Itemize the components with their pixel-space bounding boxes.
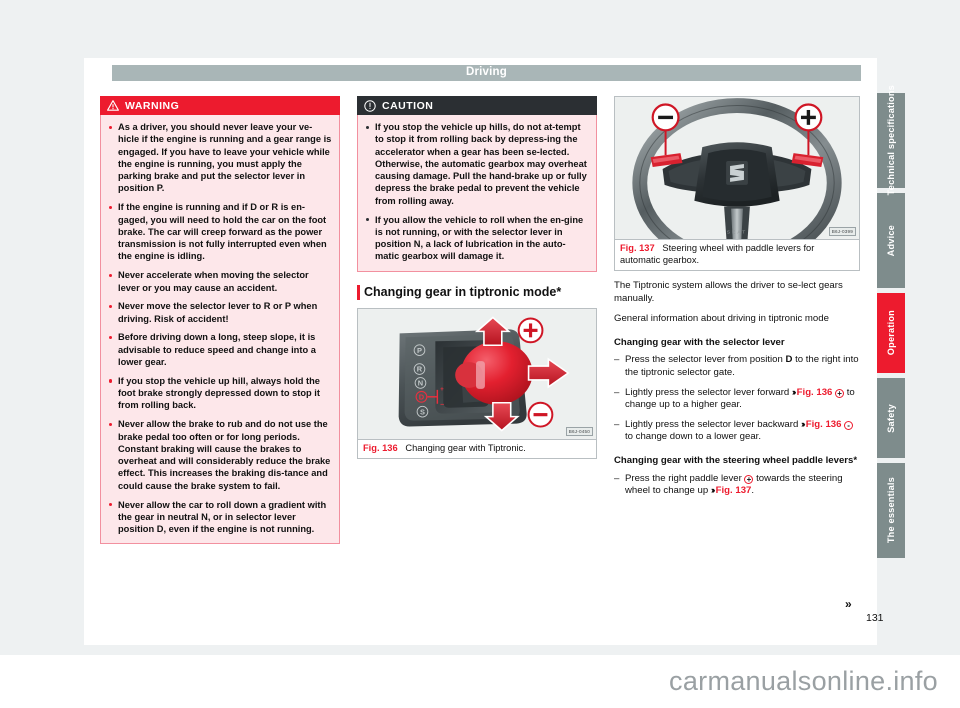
dash-marker: – [614, 354, 620, 366]
chevron-icon: ››› [791, 386, 797, 398]
figure-136: P R N D S + – B6J-0450 Fig. 136 Changing… [357, 307, 597, 460]
figure-reference: Fig. 136 [796, 386, 833, 398]
figure-137: SEAT B6J-0399 Fig. 137 Steering wheel wi… [614, 96, 860, 271]
tab-the-essentials[interactable]: The essentials [877, 463, 905, 558]
minus-icon: - [844, 420, 854, 430]
figure-137-code: B6J-0399 [828, 227, 856, 236]
warning-item: If the engine is running and if D or R i… [108, 201, 332, 262]
column-left: WARNING As a driver, you should never le… [100, 96, 340, 553]
page-number: 131 [866, 612, 884, 624]
warning-item: Before driving down a long, steep slope,… [108, 331, 332, 368]
step-4-text-a: Press the right paddle lever [625, 472, 745, 484]
caution-item: If you allow the vehicle to roll when th… [365, 214, 589, 263]
caution-circle-icon [363, 99, 376, 112]
figure-136-image: P R N D S + – B6J-0450 [358, 308, 596, 439]
step-1-text-a: Press the selector lever from position [625, 354, 786, 366]
figure-136-code: B6J-0450 [565, 426, 593, 436]
tab-label: Operation [886, 310, 896, 356]
svg-text:D: D [419, 392, 425, 401]
figure-137-number: Fig. 137 [620, 243, 655, 253]
warning-item: As a driver, you should never leave your… [108, 121, 332, 195]
tab-label: Advice [886, 224, 896, 257]
svg-text:S: S [420, 407, 425, 416]
caution-item: If you stop the vehicle up hills, do not… [365, 121, 589, 207]
page-title: Driving [465, 66, 507, 78]
figure-137-caption: Fig. 137 Steering wheel with paddle leve… [615, 239, 859, 270]
warning-item: Never accelerate when moving the selecto… [108, 269, 332, 294]
step-3-text-b: to change down to a lower gear. [625, 431, 762, 443]
warning-header: WARNING [100, 96, 340, 115]
warning-item: Never move the selector lever to R or P … [108, 300, 332, 325]
plus-symbol [517, 317, 544, 344]
manual-page: Driving WARNING As a driver, you should … [0, 0, 960, 708]
svg-text:N: N [418, 378, 423, 387]
column-right: SEAT B6J-0399 Fig. 137 Steering wheel wi… [614, 96, 860, 505]
step-item-1: – Press the selector lever from position… [614, 354, 860, 379]
subheading-selector-lever: Changing gear with the selector lever [614, 336, 785, 348]
figure-reference: Fig. 137 [715, 485, 752, 497]
tab-advice[interactable]: Advice [877, 193, 905, 288]
chevron-icon: ››› [800, 418, 806, 430]
warning-label: WARNING [125, 99, 180, 112]
svg-text:SEAT: SEAT [727, 229, 747, 235]
svg-text:R: R [417, 364, 423, 373]
subheading-paddle-levers: Changing gear with the steering wheel pa… [614, 454, 858, 466]
minus-symbol [651, 103, 680, 132]
figure-137-image: SEAT B6J-0399 [615, 97, 859, 239]
caution-body: If you stop the vehicle up hills, do not… [357, 115, 597, 272]
caution-box: CAUTION If you stop the vehicle up hills… [357, 96, 597, 272]
warning-item: Never allow the brake to rub and do not … [108, 418, 332, 492]
warning-triangle-icon [106, 99, 119, 112]
intro-paragraph: The Tiptronic system allows the driver t… [614, 280, 843, 304]
figure-reference: Fig. 136 [805, 418, 842, 430]
step-item-2: – Lightly press the selector lever forwa… [614, 387, 860, 412]
warning-body: As a driver, you should never leave your… [100, 115, 340, 545]
caution-label: CAUTION [382, 99, 434, 112]
warning-item: Never allow the car to roll down a gradi… [108, 499, 332, 536]
svg-text:P: P [417, 346, 422, 355]
figure-136-caption-text: Changing gear with Tiptronic. [405, 442, 526, 453]
tab-safety[interactable]: Safety [877, 378, 905, 458]
tab-label: Safety [886, 403, 896, 433]
dash-marker: – [614, 386, 620, 398]
svg-text:–: – [440, 401, 444, 408]
watermark: carmanualsonline.info [0, 655, 960, 708]
svg-text:+: + [440, 387, 444, 393]
step-4-text-c: . [751, 485, 755, 497]
step-3-text-a: Lightly press the selector lever backwar… [625, 418, 801, 430]
step-2-text-a: Lightly press the selector lever forward [625, 386, 792, 398]
caution-header: CAUTION [357, 96, 597, 115]
step-item-4: – Press the right paddle lever + towards… [614, 473, 860, 498]
figure-136-caption: Fig. 136 Changing gear with Tiptronic. [358, 438, 596, 459]
tab-technical-specifications[interactable]: Technical specifications [877, 85, 905, 196]
tab-label: The essentials [886, 477, 896, 544]
continuation-marker: » [845, 597, 851, 611]
minus-symbol [527, 401, 554, 428]
tab-label: Technical specifications [886, 85, 896, 196]
warning-box: WARNING As a driver, you should never le… [100, 96, 340, 545]
section-heading: Changing gear in tiptronic mode* [357, 284, 597, 300]
general-info-paragraph: General information about driving in tip… [614, 313, 829, 325]
dash-marker: – [614, 472, 620, 484]
watermark-text: carmanualsonline.info [669, 666, 938, 696]
column-middle: CAUTION If you stop the vehicle up hills… [357, 96, 597, 460]
figure-136-number: Fig. 136 [363, 442, 398, 453]
step-item-3: – Lightly press the selector lever backw… [614, 419, 860, 444]
dash-marker: – [614, 418, 620, 430]
section-tabs: Technical specifications Advice Operatio… [877, 85, 905, 563]
warning-item: If you stop the vehicle up hill, always … [108, 375, 332, 412]
tab-operation[interactable]: Operation [877, 293, 905, 373]
plus-icon: + [835, 388, 845, 398]
plus-symbol [794, 103, 823, 132]
chevron-icon: ››› [710, 485, 716, 497]
